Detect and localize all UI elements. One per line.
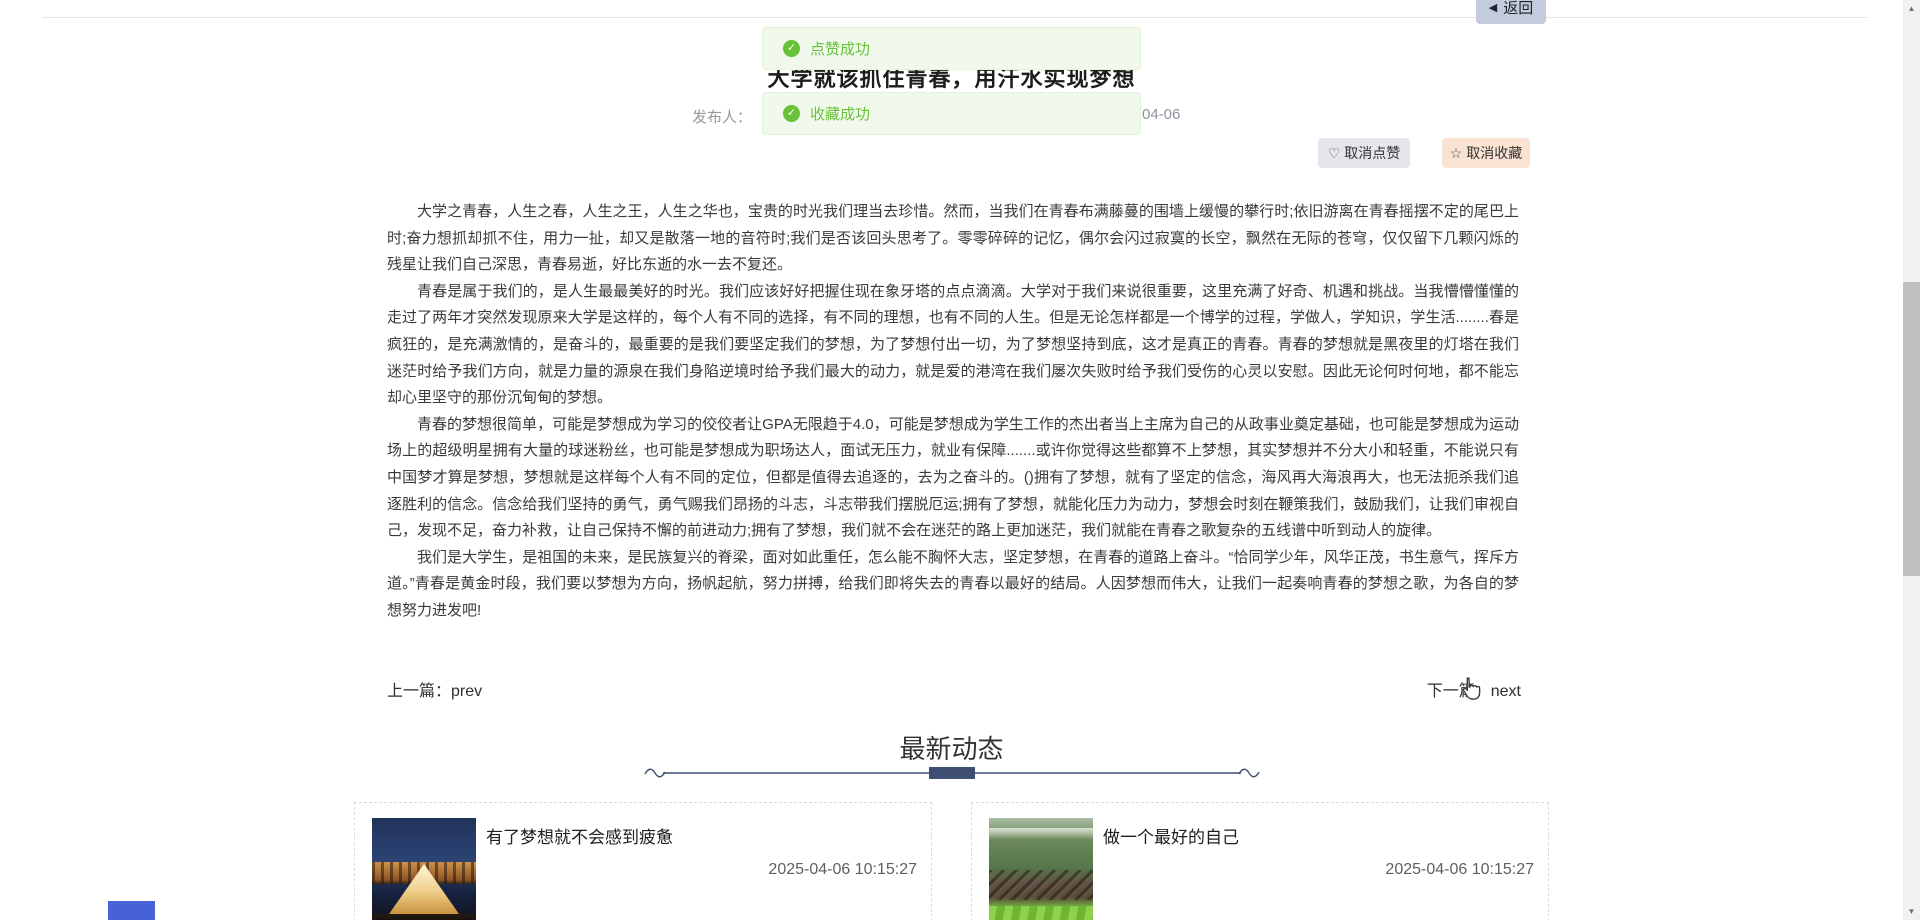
prev-label: 上一篇： bbox=[387, 683, 452, 700]
back-button[interactable]: ◀ 返回 bbox=[1476, 0, 1546, 24]
prev-value: prev bbox=[451, 683, 483, 700]
card-title: 有了梦想就不会感到疲惫 bbox=[486, 828, 673, 847]
toast-like-success: ✓ 点赞成功 bbox=[762, 27, 1141, 70]
cancel-like-label: 取消点赞 bbox=[1344, 145, 1401, 161]
latest-card[interactable]: 有了梦想就不会感到疲惫 2025-04-06 10:15:27 bbox=[354, 802, 932, 920]
latest-card[interactable]: 做一个最好的自己 2025-04-06 10:15:27 bbox=[971, 802, 1549, 920]
next-article-link[interactable]: 下一篇：next bbox=[1360, 677, 1521, 701]
page-content: ◀ 返回 大学就该抓住青春，用汗水实现梦想 发布人： 04-06 ✓ 点赞成功 … bbox=[0, 0, 1903, 920]
cancel-like-button[interactable]: ♡ 取消点赞 bbox=[1318, 138, 1410, 168]
vertical-scrollbar[interactable]: ▲ ▼ bbox=[1903, 0, 1920, 920]
next-value: next bbox=[1490, 683, 1521, 700]
section-divider-ornament bbox=[641, 760, 1263, 784]
toast-message: 收藏成功 bbox=[810, 106, 871, 123]
publisher-label: 发布人： bbox=[692, 109, 753, 126]
scrollbar-thumb[interactable] bbox=[1903, 282, 1920, 576]
article-paragraph: 青春是属于我们的，是人生最最美好的时光。我们应该好好把握住现在象牙塔的点点滴滴。… bbox=[387, 282, 1519, 407]
card-timestamp: 2025-04-06 10:15:27 bbox=[1385, 861, 1534, 878]
cancel-favorite-label: 取消收藏 bbox=[1466, 145, 1523, 161]
article-paragraph: 青春的梦想很简单，可能是梦想成为学习的佼佼者让GPA无限趋于4.0，可能是梦想成… bbox=[387, 415, 1519, 540]
heart-outline-icon: ♡ bbox=[1327, 144, 1341, 161]
back-button-label: 返回 bbox=[1503, 0, 1534, 17]
card-title: 做一个最好的自己 bbox=[1103, 828, 1239, 847]
hand-cursor-icon bbox=[1459, 676, 1481, 707]
article-paragraph: 大学之青春，人生之春，人生之王，人生之华也，宝贵的时光我们理当去珍惜。然而，当我… bbox=[387, 203, 1519, 274]
scrollbar-down-arrow-icon[interactable]: ▼ bbox=[1903, 903, 1920, 920]
bottom-left-blue-fragment bbox=[108, 901, 155, 920]
prev-article-link[interactable]: 上一篇：prev bbox=[387, 677, 482, 701]
card-thumbnail-louvre-night bbox=[372, 818, 476, 920]
card-thumbnail-green-village bbox=[989, 818, 1093, 920]
check-circle-icon: ✓ bbox=[783, 105, 800, 122]
cancel-favorite-button[interactable]: ☆ 取消收藏 bbox=[1442, 138, 1530, 168]
header-divider-line bbox=[42, 17, 1867, 18]
scrollbar-up-arrow-icon[interactable]: ▲ bbox=[1903, 0, 1920, 17]
toast-message: 点赞成功 bbox=[810, 41, 871, 58]
card-timestamp: 2025-04-06 10:15:27 bbox=[768, 861, 917, 878]
check-circle-icon: ✓ bbox=[783, 40, 800, 57]
star-outline-icon: ☆ bbox=[1449, 144, 1463, 161]
article-paragraph: 我们是大学生，是祖国的未来，是民族复兴的脊梁，面对如此重任，怎么能不胸怀大志，坚… bbox=[387, 548, 1519, 619]
back-arrow-icon: ◀ bbox=[1488, 1, 1498, 14]
toast-favorite-success: ✓ 收藏成功 bbox=[762, 92, 1141, 135]
article-body: 大学之青春，人生之春，人生之王，人生之华也，宝贵的时光我们理当去珍惜。然而，当我… bbox=[387, 199, 1519, 625]
publish-date: 04-06 bbox=[1142, 106, 1181, 123]
